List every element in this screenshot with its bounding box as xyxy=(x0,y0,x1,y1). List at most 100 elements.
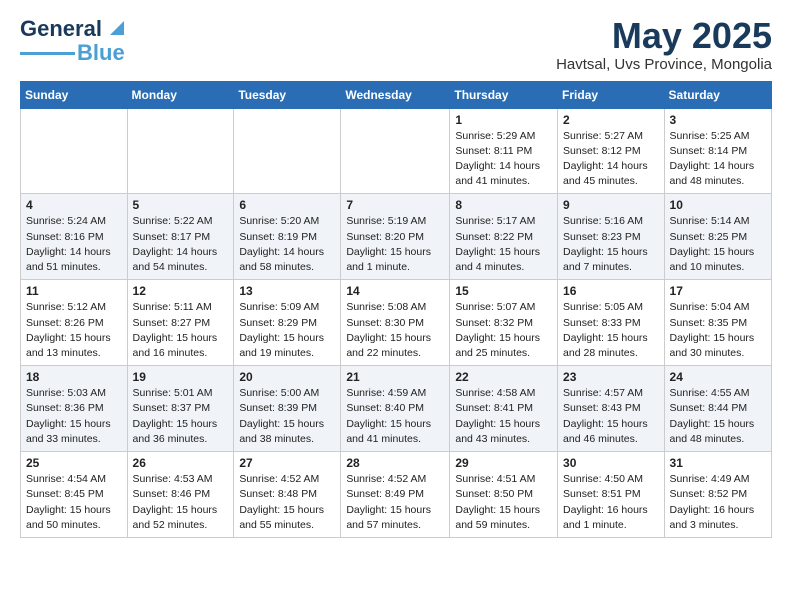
day-number: 25 xyxy=(26,456,122,470)
day-info: Sunrise: 4:54 AMSunset: 8:45 PMDaylight:… xyxy=(26,472,122,533)
calendar-row: 4Sunrise: 5:24 AMSunset: 8:16 PMDaylight… xyxy=(21,194,772,280)
day-number: 12 xyxy=(133,284,229,298)
day-number: 24 xyxy=(670,370,766,384)
day-info: Sunrise: 4:57 AMSunset: 8:43 PMDaylight:… xyxy=(563,386,659,447)
weekday-header: Monday xyxy=(127,81,234,108)
calendar-row: 18 Sunrise: 5:03 AMSunset: 8:36 PMDayligh… xyxy=(21,366,772,452)
day-number: 8 xyxy=(455,198,552,212)
calendar-cell: 10 Sunrise: 5:14 AMSunset: 8:25 PMDayligh… xyxy=(664,194,771,280)
day-info: Sunrise: 4:58 AMSunset: 8:41 PMDaylight:… xyxy=(455,386,552,447)
day-number: 17 xyxy=(670,284,766,298)
calendar-cell: 31 Sunrise: 4:49 AMSunset: 8:52 PMDayligh… xyxy=(664,452,771,538)
day-info: Sunrise: 5:14 AMSunset: 8:25 PMDaylight:… xyxy=(670,214,766,275)
day-number: 9 xyxy=(563,198,659,212)
logo-triangle-icon xyxy=(106,17,128,39)
calendar-cell: 4Sunrise: 5:24 AMSunset: 8:16 PMDaylight… xyxy=(21,194,128,280)
calendar-cell: 17 Sunrise: 5:04 AMSunset: 8:35 PMDayligh… xyxy=(664,280,771,366)
day-number: 31 xyxy=(670,456,766,470)
calendar-cell: 13 Sunrise: 5:09 AMSunset: 8:29 PMDayligh… xyxy=(234,280,341,366)
day-info: Sunrise: 5:11 AMSunset: 8:27 PMDaylight:… xyxy=(133,300,229,361)
day-number: 13 xyxy=(239,284,335,298)
day-number: 11 xyxy=(26,284,122,298)
calendar-row: 25 Sunrise: 4:54 AMSunset: 8:45 PMDayligh… xyxy=(21,452,772,538)
day-number: 7 xyxy=(346,198,444,212)
day-number: 14 xyxy=(346,284,444,298)
calendar-cell: 9 Sunrise: 5:16 AMSunset: 8:23 PMDaylight… xyxy=(558,194,665,280)
calendar-cell: 14Sunrise: 5:08 AMSunset: 8:30 PMDayligh… xyxy=(341,280,450,366)
calendar-cell: 12 Sunrise: 5:11 AMSunset: 8:27 PMDayligh… xyxy=(127,280,234,366)
weekday-header: Friday xyxy=(558,81,665,108)
day-number: 30 xyxy=(563,456,659,470)
day-number: 19 xyxy=(133,370,229,384)
weekday-header: Saturday xyxy=(664,81,771,108)
day-info: Sunrise: 4:53 AMSunset: 8:46 PMDaylight:… xyxy=(133,472,229,533)
calendar-cell: 16Sunrise: 5:05 AMSunset: 8:33 PMDayligh… xyxy=(558,280,665,366)
day-info: Sunrise: 5:16 AMSunset: 8:23 PMDaylight:… xyxy=(563,214,659,275)
calendar-cell: 22 Sunrise: 4:58 AMSunset: 8:41 PMDayligh… xyxy=(450,366,558,452)
day-number: 26 xyxy=(133,456,229,470)
calendar-cell xyxy=(21,108,128,194)
calendar-cell: 8 Sunrise: 5:17 AMSunset: 8:22 PMDaylight… xyxy=(450,194,558,280)
day-info: Sunrise: 4:51 AMSunset: 8:50 PMDaylight:… xyxy=(455,472,552,533)
calendar-cell: 29Sunrise: 4:51 AMSunset: 8:50 PMDayligh… xyxy=(450,452,558,538)
weekday-header: Thursday xyxy=(450,81,558,108)
calendar-cell xyxy=(234,108,341,194)
day-info: Sunrise: 4:59 AMSunset: 8:40 PMDaylight:… xyxy=(346,386,444,447)
day-number: 20 xyxy=(239,370,335,384)
logo-line xyxy=(20,52,75,55)
day-info: Sunrise: 5:03 AMSunset: 8:36 PMDaylight:… xyxy=(26,386,122,447)
calendar-table: SundayMondayTuesdayWednesdayThursdayFrid… xyxy=(20,81,772,538)
day-number: 10 xyxy=(670,198,766,212)
day-info: Sunrise: 5:29 AMSunset: 8:11 PMDaylight:… xyxy=(455,129,552,190)
location: Havtsal, Uvs Province, Mongolia xyxy=(556,56,772,73)
calendar-cell: 21 Sunrise: 4:59 AMSunset: 8:40 PMDayligh… xyxy=(341,366,450,452)
day-info: Sunrise: 5:07 AMSunset: 8:32 PMDaylight:… xyxy=(455,300,552,361)
day-number: 5 xyxy=(133,198,229,212)
day-number: 18 xyxy=(26,370,122,384)
calendar-cell: 2Sunrise: 5:27 AMSunset: 8:12 PMDaylight… xyxy=(558,108,665,194)
calendar-cell: 30 Sunrise: 4:50 AMSunset: 8:51 PMDayligh… xyxy=(558,452,665,538)
calendar-cell: 1Sunrise: 5:29 AMSunset: 8:11 PMDaylight… xyxy=(450,108,558,194)
calendar-cell: 25 Sunrise: 4:54 AMSunset: 8:45 PMDayligh… xyxy=(21,452,128,538)
header: General Blue May 2025 Havtsal, Uvs Provi… xyxy=(20,16,772,73)
day-info: Sunrise: 4:49 AMSunset: 8:52 PMDaylight:… xyxy=(670,472,766,533)
day-number: 27 xyxy=(239,456,335,470)
day-number: 22 xyxy=(455,370,552,384)
day-info: Sunrise: 5:05 AMSunset: 8:33 PMDaylight:… xyxy=(563,300,659,361)
day-number: 21 xyxy=(346,370,444,384)
weekday-header: Wednesday xyxy=(341,81,450,108)
day-number: 28 xyxy=(346,456,444,470)
calendar-cell: 19Sunrise: 5:01 AMSunset: 8:37 PMDayligh… xyxy=(127,366,234,452)
header-row: SundayMondayTuesdayWednesdayThursdayFrid… xyxy=(21,81,772,108)
day-info: Sunrise: 5:17 AMSunset: 8:22 PMDaylight:… xyxy=(455,214,552,275)
calendar-cell: 3Sunrise: 5:25 AMSunset: 8:14 PMDaylight… xyxy=(664,108,771,194)
calendar-cell: 18 Sunrise: 5:03 AMSunset: 8:36 PMDayligh… xyxy=(21,366,128,452)
day-info: Sunrise: 5:09 AMSunset: 8:29 PMDaylight:… xyxy=(239,300,335,361)
calendar-row: 11Sunrise: 5:12 AMSunset: 8:26 PMDayligh… xyxy=(21,280,772,366)
calendar-cell: 15 Sunrise: 5:07 AMSunset: 8:32 PMDayligh… xyxy=(450,280,558,366)
calendar-cell: 20 Sunrise: 5:00 AMSunset: 8:39 PMDayligh… xyxy=(234,366,341,452)
day-info: Sunrise: 4:52 AMSunset: 8:49 PMDaylight:… xyxy=(346,472,444,533)
calendar-cell xyxy=(127,108,234,194)
day-info: Sunrise: 5:27 AMSunset: 8:12 PMDaylight:… xyxy=(563,129,659,190)
day-number: 15 xyxy=(455,284,552,298)
calendar-cell: 11Sunrise: 5:12 AMSunset: 8:26 PMDayligh… xyxy=(21,280,128,366)
day-number: 23 xyxy=(563,370,659,384)
calendar-cell: 28 Sunrise: 4:52 AMSunset: 8:49 PMDayligh… xyxy=(341,452,450,538)
day-info: Sunrise: 4:55 AMSunset: 8:44 PMDaylight:… xyxy=(670,386,766,447)
calendar-cell: 23 Sunrise: 4:57 AMSunset: 8:43 PMDayligh… xyxy=(558,366,665,452)
day-info: Sunrise: 5:00 AMSunset: 8:39 PMDaylight:… xyxy=(239,386,335,447)
weekday-header: Sunday xyxy=(21,81,128,108)
day-info: Sunrise: 5:04 AMSunset: 8:35 PMDaylight:… xyxy=(670,300,766,361)
day-info: Sunrise: 5:20 AMSunset: 8:19 PMDaylight:… xyxy=(239,214,335,275)
calendar-cell: 27Sunrise: 4:52 AMSunset: 8:48 PMDayligh… xyxy=(234,452,341,538)
calendar-cell: 6Sunrise: 5:20 AMSunset: 8:19 PMDaylight… xyxy=(234,194,341,280)
calendar-cell: 24 Sunrise: 4:55 AMSunset: 8:44 PMDayligh… xyxy=(664,366,771,452)
logo: General Blue xyxy=(20,16,128,66)
day-info: Sunrise: 5:25 AMSunset: 8:14 PMDaylight:… xyxy=(670,129,766,190)
calendar-row: 1Sunrise: 5:29 AMSunset: 8:11 PMDaylight… xyxy=(21,108,772,194)
day-info: Sunrise: 4:50 AMSunset: 8:51 PMDaylight:… xyxy=(563,472,659,533)
day-info: Sunrise: 5:24 AMSunset: 8:16 PMDaylight:… xyxy=(26,214,122,275)
logo-blue: Blue xyxy=(77,40,125,66)
calendar-cell: 26 Sunrise: 4:53 AMSunset: 8:46 PMDayligh… xyxy=(127,452,234,538)
